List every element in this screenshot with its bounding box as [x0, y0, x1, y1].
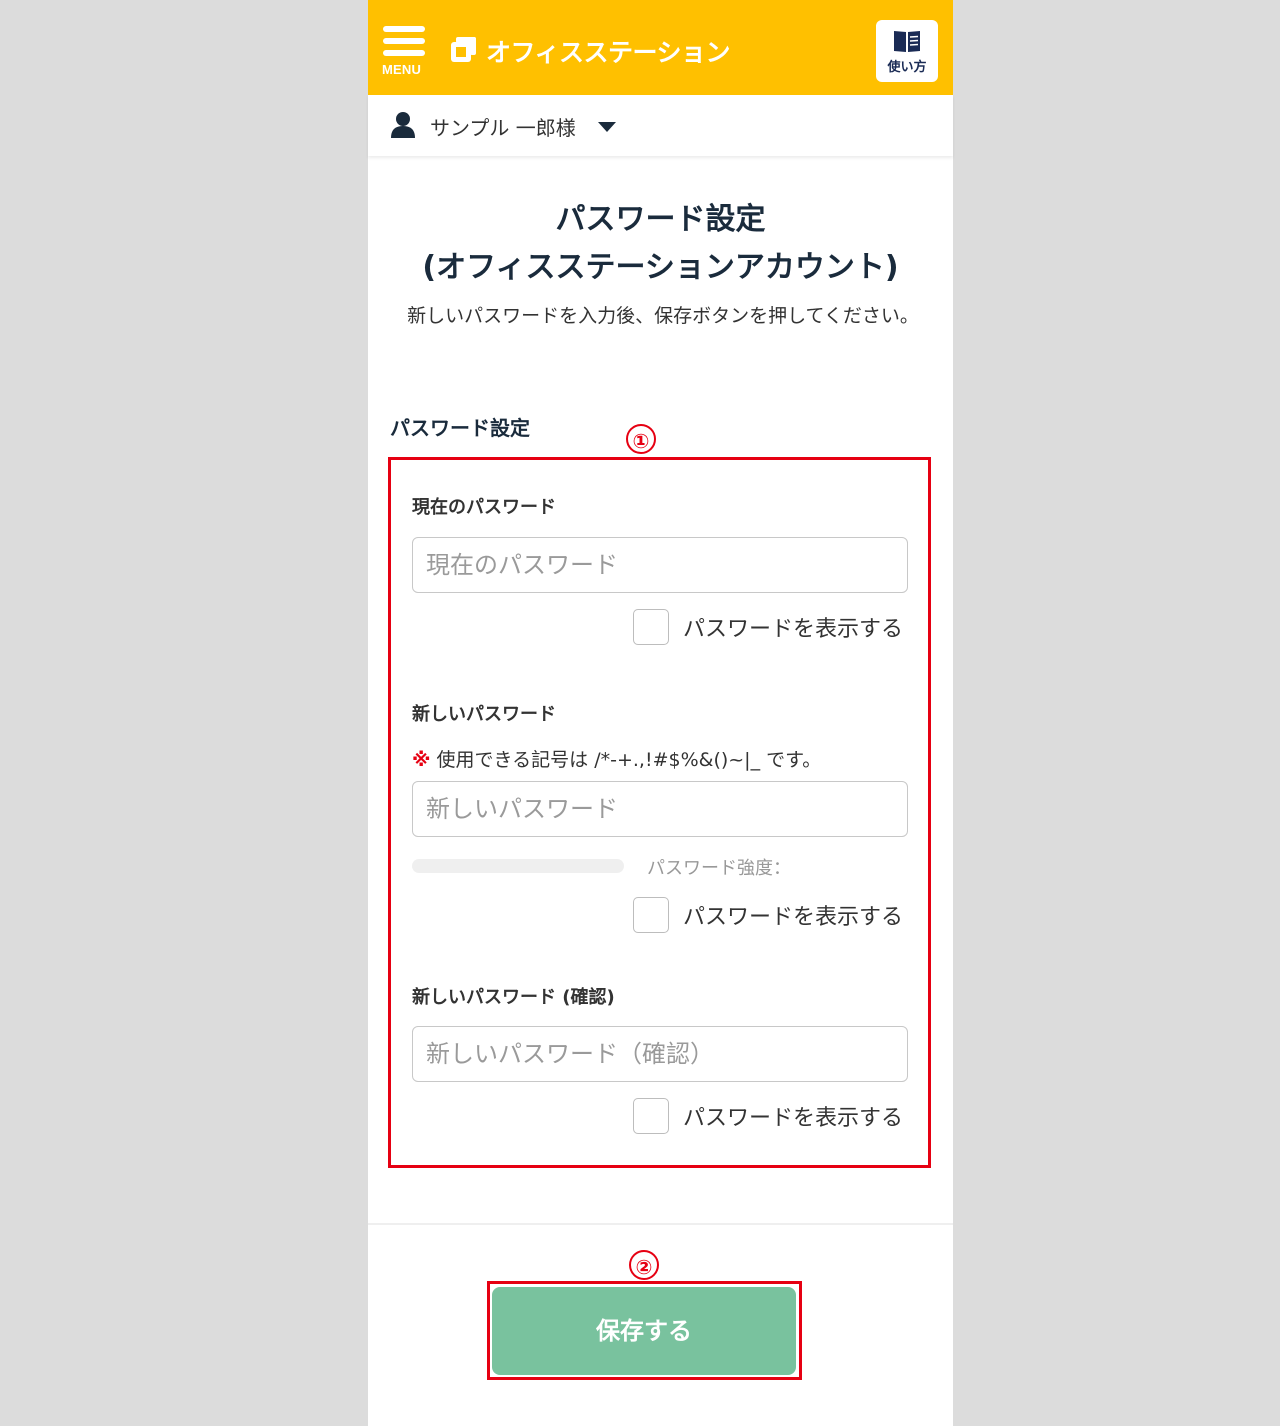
show-new-password-toggle[interactable]: パスワードを表示する [633, 896, 903, 934]
page-title: パスワード設定 (オフィスステーションアカウント) [368, 196, 953, 292]
page-description: 新しいパスワードを入力後、保存ボタンを押してください。 [407, 305, 919, 327]
user-icon [391, 112, 415, 138]
header-bar: MENU オフィスステーション 使い方 [368, 0, 953, 95]
page-title-line1: パスワード設定 [555, 202, 766, 237]
caret-down-icon [598, 122, 616, 132]
annotation-marker-1: ① [626, 424, 656, 454]
app-screen: MENU オフィスステーション 使い方 サンプル 一郎様 パスワード設定 (オフ… [368, 0, 953, 1426]
howto-button[interactable]: 使い方 [876, 20, 938, 82]
show-new-password-label: パスワードを表示する [683, 905, 904, 930]
note-mark: ※ [412, 749, 431, 771]
show-current-password-toggle[interactable]: パスワードを表示する [633, 608, 903, 646]
current-password-label: 現在のパスワード [412, 497, 556, 518]
hamburger-bar [383, 38, 425, 44]
user-name: サンプル 一郎様 [430, 116, 576, 140]
password-strength-meter [412, 859, 624, 873]
annotation-marker-2: ② [629, 1250, 659, 1280]
confirm-password-label: 新しいパスワード (確認) [412, 987, 615, 1008]
save-button[interactable]: 保存する [492, 1287, 796, 1375]
hamburger-bar [383, 50, 425, 56]
brand-logo[interactable]: オフィスステーション [448, 34, 731, 68]
password-strength-label: パスワード強度： [647, 858, 791, 879]
show-confirm-password-checkbox[interactable] [633, 1098, 669, 1134]
logo-icon [448, 36, 478, 66]
page-title-line2: (オフィスステーションアカウント) [422, 250, 899, 285]
show-confirm-password-toggle[interactable]: パスワードを表示する [633, 1097, 903, 1135]
book-icon [894, 31, 920, 52]
hamburger-icon [383, 26, 425, 32]
current-password-input[interactable] [412, 537, 908, 593]
howto-label: 使い方 [887, 60, 927, 75]
menu-label: MENU [382, 62, 422, 77]
allowed-symbols-note: ※ 使用できる記号は /*-+.,!#$%&()~|_ です。 [412, 745, 821, 772]
confirm-password-input[interactable] [412, 1026, 908, 1082]
new-password-input[interactable] [412, 781, 908, 837]
note-text: 使用できる記号は /*-+.,!#$%&()~|_ です。 [436, 749, 822, 771]
show-new-password-checkbox[interactable] [633, 897, 669, 933]
menu-button[interactable]: MENU [382, 24, 428, 78]
section-label: パスワード設定 [390, 416, 530, 440]
brand-name: オフィスステーション [486, 38, 731, 67]
show-current-password-label: パスワードを表示する [683, 617, 904, 642]
show-current-password-checkbox[interactable] [633, 609, 669, 645]
new-password-label: 新しいパスワード [412, 704, 556, 725]
user-bar[interactable]: サンプル 一郎様 [368, 95, 953, 156]
footer-divider [368, 1223, 953, 1225]
show-confirm-password-label: パスワードを表示する [683, 1106, 904, 1131]
